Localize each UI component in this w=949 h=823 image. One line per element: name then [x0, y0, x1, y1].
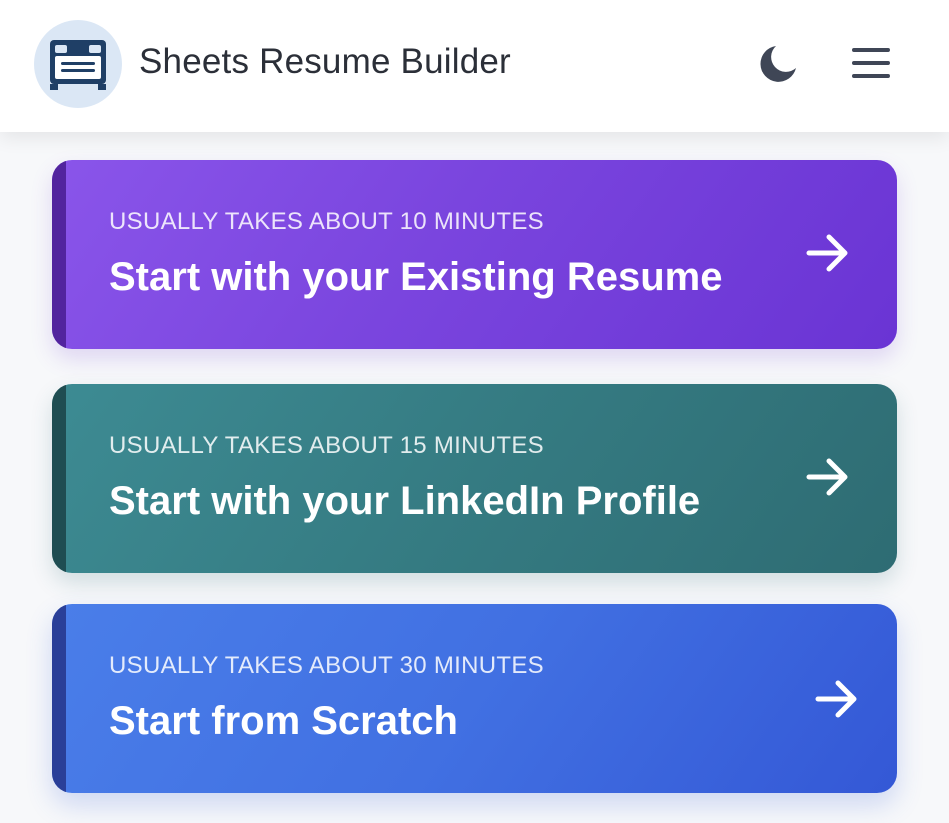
card-title: Start with your Existing Resume [109, 255, 723, 299]
card-accent-edge [52, 604, 66, 793]
arrow-right-icon [806, 234, 848, 272]
arrow-right-icon [806, 458, 848, 496]
card-title: Start from Scratch [109, 699, 458, 743]
app-logo[interactable] [34, 20, 122, 108]
start-linkedin-profile-card[interactable]: USUALLY TAKES ABOUT 15 MINUTES Start wit… [52, 384, 897, 573]
moon-icon [760, 46, 796, 82]
theme-toggle-button[interactable] [754, 42, 800, 86]
start-options: USUALLY TAKES ABOUT 10 MINUTES Start wit… [0, 132, 949, 823]
card-duration-label: USUALLY TAKES ABOUT 10 MINUTES [109, 208, 544, 235]
card-duration-label: USUALLY TAKES ABOUT 15 MINUTES [109, 432, 544, 459]
bed-logo-icon [50, 40, 106, 90]
start-existing-resume-card[interactable]: USUALLY TAKES ABOUT 10 MINUTES Start wit… [52, 160, 897, 349]
menu-button[interactable] [848, 42, 894, 86]
hamburger-menu-icon [852, 48, 890, 78]
start-from-scratch-card[interactable]: USUALLY TAKES ABOUT 30 MINUTES Start fro… [52, 604, 897, 793]
card-duration-label: USUALLY TAKES ABOUT 30 MINUTES [109, 652, 544, 679]
card-accent-edge [52, 384, 66, 573]
app-header: Sheets Resume Builder [0, 0, 949, 132]
app-title: Sheets Resume Builder [139, 42, 511, 81]
card-title: Start with your LinkedIn Profile [109, 479, 701, 523]
arrow-right-icon [815, 680, 857, 718]
card-accent-edge [52, 160, 66, 349]
